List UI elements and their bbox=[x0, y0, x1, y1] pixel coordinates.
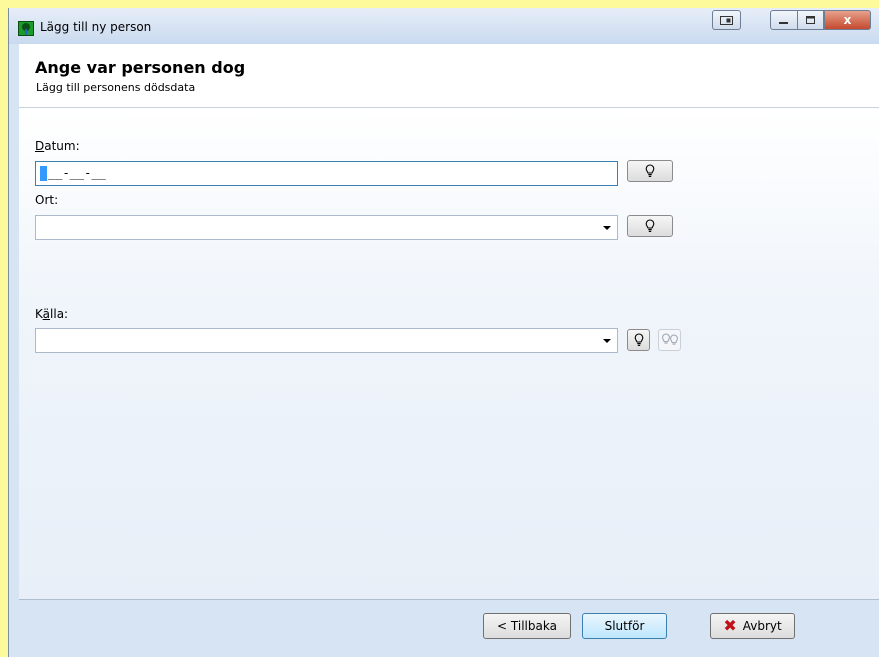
maximize-button[interactable] bbox=[797, 10, 824, 30]
datum-mask: __-__-__ bbox=[48, 166, 106, 180]
window-title: Lägg till ny person bbox=[40, 20, 152, 34]
tree-app-icon bbox=[18, 21, 34, 36]
page-title: Ange var personen dog bbox=[35, 58, 246, 77]
window-snap-icon bbox=[720, 15, 733, 25]
minimize-icon bbox=[779, 22, 788, 24]
chevron-down-icon bbox=[603, 339, 611, 343]
kalla-suggest-button[interactable] bbox=[627, 329, 650, 351]
page-subtitle: Lägg till personens dödsdata bbox=[36, 81, 196, 94]
lightbulb-icon bbox=[645, 219, 655, 232]
finish-button[interactable]: Slutför bbox=[582, 613, 667, 639]
datum-input[interactable]: __-__-__ bbox=[35, 161, 618, 186]
maximize-icon bbox=[805, 15, 815, 24]
kalla-dropdown[interactable] bbox=[35, 328, 618, 353]
chevron-down-icon bbox=[603, 226, 611, 230]
lightbulb-icon bbox=[634, 333, 643, 346]
kalla-label: Källa: bbox=[35, 307, 69, 321]
datum-label: Datum: bbox=[35, 139, 80, 153]
snap-window-button[interactable] bbox=[712, 10, 741, 30]
red-x-icon: ✖ bbox=[723, 616, 737, 635]
ort-label: Ort: bbox=[35, 193, 59, 207]
ort-dropdown[interactable] bbox=[35, 215, 618, 240]
form-panel: Datum: __-__-__ Ort: Källa: bbox=[19, 108, 879, 600]
cancel-label: Avbryt bbox=[742, 619, 782, 633]
kalla-multi-suggest-button[interactable] bbox=[658, 329, 681, 351]
close-button[interactable]: x bbox=[824, 10, 871, 30]
cancel-button[interactable]: ✖ Avbryt bbox=[710, 613, 795, 639]
title-bar: Lägg till ny person x bbox=[9, 8, 879, 44]
ort-suggest-button[interactable] bbox=[627, 215, 673, 237]
wizard-header: Ange var personen dog Lägg till personen… bbox=[19, 44, 879, 108]
double-lightbulb-icon bbox=[661, 333, 678, 345]
datum-suggest-button[interactable] bbox=[627, 160, 673, 182]
close-icon: x bbox=[843, 13, 852, 27]
wizard-window: Lägg till ny person x Ange var personen … bbox=[8, 8, 879, 657]
text-caret bbox=[40, 166, 47, 181]
minimize-button[interactable] bbox=[770, 10, 798, 30]
lightbulb-icon bbox=[645, 164, 655, 177]
back-button[interactable]: < Tillbaka bbox=[483, 613, 571, 639]
